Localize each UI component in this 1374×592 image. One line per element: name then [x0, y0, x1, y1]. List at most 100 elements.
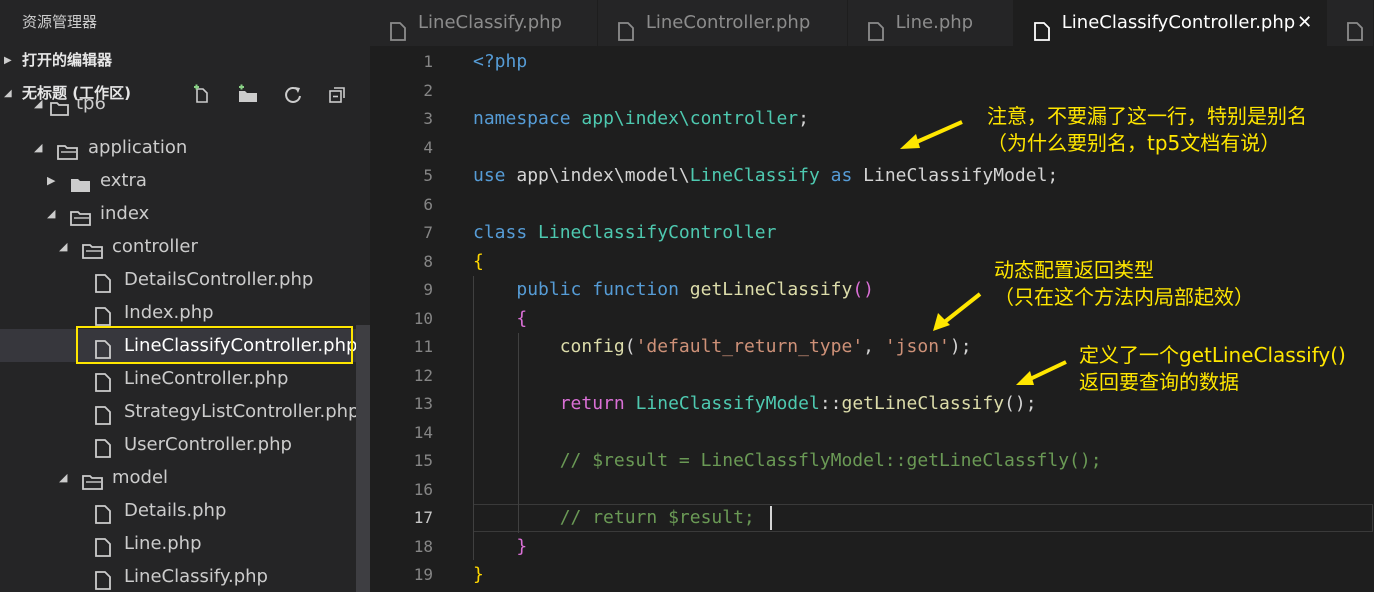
line-number: 14 [413, 423, 433, 442]
editor-tabs: LineClassify.php LineController.php Line… [370, 0, 1374, 46]
chevron-down-icon: ◢ [59, 240, 68, 253]
annotation-text: 动态配置返回类型 [994, 258, 1154, 282]
line-number: 19 [413, 565, 433, 584]
line-number-current: 17 [413, 508, 433, 527]
line-number: 10 [413, 309, 433, 328]
tab-linecontroller[interactable]: LineController.php [598, 0, 848, 46]
tree-item-label: StrategyListController.php [124, 401, 360, 422]
chevron-down-icon: ◢ [34, 99, 43, 110]
code-line: use app\index\model\LineClassify as Line… [473, 165, 1059, 186]
tab-lineclassifycontroller[interactable]: LineClassifyController.php ✕ [1013, 0, 1328, 46]
tree-item-file-selected[interactable]: LineClassifyController.php [0, 329, 358, 362]
line-number: 5 [423, 166, 433, 185]
tree-item-label: LineController.php [124, 368, 289, 389]
open-editors-section[interactable]: ▶ 打开的编辑器 [0, 44, 370, 77]
tree-item-application[interactable]: ◢ application [0, 131, 356, 164]
tree-item-file[interactable]: UserController.php [0, 428, 356, 461]
annotation-note: 注意，不要漏了这一行，特别是别名 （为什么要别名，tp5文档有说） [987, 103, 1307, 157]
code-line: class LineClassifyController [473, 222, 777, 243]
arrow-icon [1016, 360, 1067, 385]
tab-label: LineClassify.php [418, 12, 562, 33]
tree-item-label: LineClassifyController.php [124, 335, 358, 356]
tree-item-label: model [112, 467, 169, 488]
line-number: 8 [423, 252, 433, 271]
tree-item-tp6[interactable]: ◢ tp6 [0, 99, 356, 121]
line-number: 11 [413, 337, 433, 356]
code-line: } [516, 536, 528, 557]
line-number: 9 [423, 280, 433, 299]
annotation-note: 动态配置返回类型 （只在这个方法内局部起效） [994, 257, 1254, 311]
annotation-note: 定义了一个getLineClassify() 返回要查询的数据 [1079, 342, 1346, 396]
code-line: } [473, 564, 484, 585]
line-number: 6 [423, 195, 433, 214]
tree-item-label: LineClassify.php [124, 566, 268, 587]
code-line: return LineClassifyModel::getLineClassif… [559, 393, 1037, 414]
tree-item-label: Details.php [124, 500, 227, 521]
annotation-text: （只在这个方法内局部起效） [994, 285, 1254, 309]
tree-item-label: tp6 [76, 99, 106, 114]
line-number: 3 [423, 109, 433, 128]
code-line: public function getLineClassify() [516, 279, 875, 300]
code-line: <?php [473, 51, 528, 72]
tree-item-file[interactable]: StrategyListController.php [0, 395, 360, 428]
open-editors-label: 打开的编辑器 [22, 51, 113, 69]
tree-item-label: Line.php [124, 533, 202, 554]
line-number: 18 [413, 537, 433, 556]
tree-item-label: extra [100, 170, 147, 191]
file-icon [1033, 13, 1050, 46]
tab-line[interactable]: Line.php [848, 0, 1014, 46]
tree-item-file[interactable]: DetailsController.php [0, 263, 356, 296]
indent-guide [518, 333, 519, 533]
code-line: config('default_return_type', 'json'); [559, 336, 972, 357]
tree-item-file[interactable]: Details.php [0, 494, 356, 527]
file-icon [390, 13, 406, 46]
code-line: { [473, 251, 484, 272]
chevron-down-icon: ◢ [47, 207, 56, 220]
line-number: 12 [413, 366, 433, 385]
annotation-text: 注意，不要漏了这一行，特别是别名 [987, 104, 1307, 128]
tree-item-model[interactable]: ◢ model [0, 461, 356, 494]
chevron-down-icon: ◢ [34, 141, 43, 154]
tree-item-extra[interactable]: ▶ extra [0, 164, 356, 197]
tree-item-label: UserController.php [124, 434, 292, 455]
explorer-title: 资源管理器 [22, 13, 98, 31]
annotation-text: 返回要查询的数据 [1079, 370, 1239, 394]
tab-label: Line.php [895, 12, 974, 33]
code-line: // return $result; [559, 507, 755, 528]
tab-overflow[interactable] [1327, 0, 1374, 46]
annotation-text: （为什么要别名，tp5文档有说） [987, 131, 1281, 155]
line-number: 2 [423, 81, 433, 100]
line-number: 7 [423, 223, 433, 242]
tree-item-label: Index.php [124, 302, 214, 323]
explorer-sidebar: 资源管理器 ▶ 打开的编辑器 ◢ 无标题 (工作区) ◢ tp6 ◢ appli… [0, 0, 370, 592]
tab-lineclassify[interactable]: LineClassify.php [370, 0, 598, 46]
file-icon [617, 13, 634, 46]
tree-item-file[interactable]: LineController.php [0, 362, 356, 395]
tree-item-label: DetailsController.php [124, 269, 314, 290]
close-icon[interactable]: ✕ [1297, 0, 1312, 46]
tab-label: LineController.php [645, 12, 811, 33]
tree-item-controller[interactable]: ◢ controller [0, 230, 356, 263]
file-icon [867, 13, 884, 46]
tree-item-file[interactable]: Index.php [0, 296, 356, 329]
chevron-right-icon: ▶ [47, 174, 56, 187]
arrow-icon [900, 120, 963, 149]
tree-item-file[interactable]: Line.php [0, 527, 356, 560]
chevron-down-icon: ◢ [59, 471, 68, 484]
text-cursor [770, 506, 772, 530]
line-number: 1 [423, 52, 433, 71]
tree-item-label: index [100, 203, 150, 224]
tree-item-index[interactable]: ◢ index [0, 197, 356, 230]
line-number: 16 [413, 480, 433, 499]
tree-item-label: controller [112, 236, 198, 257]
sidebar-scrollbar[interactable] [356, 325, 370, 592]
line-number: 15 [413, 451, 433, 470]
file-icon [95, 568, 111, 592]
folder-open-icon [50, 99, 70, 121]
tree-item-label: application [88, 137, 188, 158]
line-number: 4 [423, 138, 433, 157]
annotation-text: 定义了一个getLineClassify() [1079, 343, 1346, 367]
tree-item-file[interactable]: LineClassify.php [0, 560, 356, 592]
code-line: namespace app\index\controller; [473, 108, 809, 129]
tab-label: LineClassifyController.php [1061, 12, 1296, 33]
